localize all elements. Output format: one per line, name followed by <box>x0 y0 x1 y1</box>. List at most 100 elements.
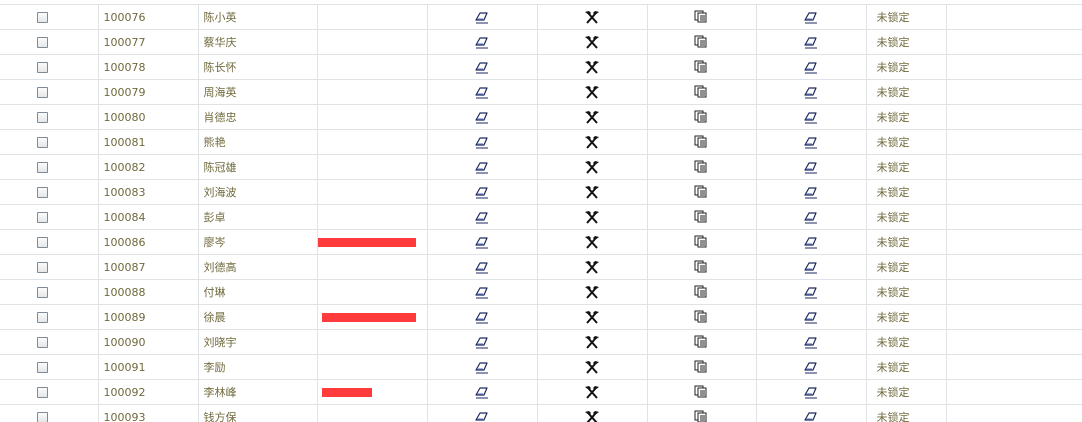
row-checkbox[interactable] <box>37 162 48 173</box>
eraser-edit-icon[interactable] <box>475 161 489 174</box>
hammer-tools-icon[interactable] <box>584 310 600 324</box>
trailing-cell <box>946 79 1082 105</box>
eraser-edit-icon[interactable] <box>475 111 489 124</box>
eraser-edit-icon[interactable] <box>475 236 489 249</box>
eraser-edit-icon[interactable] <box>804 411 818 422</box>
row-checkbox[interactable] <box>37 237 48 248</box>
row-checkbox[interactable] <box>37 187 48 198</box>
hammer-tools-icon[interactable] <box>584 385 600 399</box>
eraser-edit-icon[interactable] <box>804 11 818 24</box>
row-checkbox[interactable] <box>37 337 48 348</box>
eraser-edit-icon[interactable] <box>475 11 489 24</box>
edit-action-cell <box>427 54 538 80</box>
hammer-tools-icon[interactable] <box>584 35 600 49</box>
documents-icon[interactable] <box>694 60 709 74</box>
hammer-tools-icon[interactable] <box>584 360 600 374</box>
row-checkbox[interactable] <box>37 62 48 73</box>
hammer-tools-icon[interactable] <box>584 210 600 224</box>
row-checkbox[interactable] <box>37 287 48 298</box>
hammer-tools-icon[interactable] <box>584 160 600 174</box>
row-checkbox[interactable] <box>37 312 48 323</box>
eraser-edit-icon[interactable] <box>475 336 489 349</box>
eraser-edit-icon[interactable] <box>804 86 818 99</box>
hammer-tools-icon[interactable] <box>584 260 600 274</box>
documents-icon[interactable] <box>694 385 709 399</box>
eraser-edit-icon[interactable] <box>804 261 818 274</box>
table-row: 100079 周海英 未锁定 <box>0 79 1082 105</box>
documents-icon[interactable] <box>694 335 709 349</box>
row-checkbox[interactable] <box>37 87 48 98</box>
documents-icon[interactable] <box>694 260 709 274</box>
eraser-edit-icon[interactable] <box>804 111 818 124</box>
hammer-tools-icon[interactable] <box>584 285 600 299</box>
eraser-edit-icon[interactable] <box>804 186 818 199</box>
contact-cell <box>317 379 428 405</box>
eraser-edit-icon[interactable] <box>475 411 489 422</box>
eraser-edit-icon[interactable] <box>804 311 818 324</box>
hammer-tools-icon[interactable] <box>584 135 600 149</box>
eraser-edit-icon[interactable] <box>475 386 489 399</box>
eraser-edit-icon[interactable] <box>804 336 818 349</box>
documents-icon[interactable] <box>694 185 709 199</box>
row-checkbox[interactable] <box>37 12 48 23</box>
hammer-tools-icon[interactable] <box>584 10 600 24</box>
edit2-action-cell <box>756 154 867 180</box>
eraser-edit-icon[interactable] <box>804 386 818 399</box>
eraser-edit-icon[interactable] <box>475 136 489 149</box>
row-checkbox[interactable] <box>37 262 48 273</box>
documents-icon[interactable] <box>694 135 709 149</box>
eraser-edit-icon[interactable] <box>804 136 818 149</box>
hammer-tools-icon[interactable] <box>584 85 600 99</box>
eraser-edit-icon[interactable] <box>804 36 818 49</box>
contact-cell <box>317 54 428 80</box>
hammer-tools-icon[interactable] <box>584 335 600 349</box>
eraser-edit-icon[interactable] <box>804 236 818 249</box>
row-checkbox[interactable] <box>37 37 48 48</box>
eraser-edit-icon[interactable] <box>475 261 489 274</box>
row-checkbox[interactable] <box>37 212 48 223</box>
hammer-tools-icon[interactable] <box>584 410 600 422</box>
contact-cell <box>317 129 428 155</box>
documents-icon[interactable] <box>694 160 709 174</box>
edit2-action-cell <box>756 329 867 355</box>
documents-icon[interactable] <box>694 360 709 374</box>
row-checkbox[interactable] <box>37 387 48 398</box>
tools-action-cell <box>537 179 648 205</box>
documents-icon[interactable] <box>694 235 709 249</box>
eraser-edit-icon[interactable] <box>804 286 818 299</box>
documents-icon[interactable] <box>694 10 709 24</box>
eraser-edit-icon[interactable] <box>475 211 489 224</box>
user-name: 廖岑 <box>198 229 318 255</box>
hammer-tools-icon[interactable] <box>584 235 600 249</box>
documents-icon[interactable] <box>694 310 709 324</box>
row-checkbox[interactable] <box>37 112 48 123</box>
row-checkbox[interactable] <box>37 362 48 373</box>
documents-icon[interactable] <box>694 285 709 299</box>
eraser-edit-icon[interactable] <box>475 86 489 99</box>
row-checkbox[interactable] <box>37 412 48 422</box>
hammer-tools-icon[interactable] <box>584 110 600 124</box>
documents-icon[interactable] <box>694 110 709 124</box>
documents-icon[interactable] <box>694 210 709 224</box>
row-checkbox-cell <box>0 79 99 105</box>
documents-icon[interactable] <box>694 85 709 99</box>
eraser-edit-icon[interactable] <box>804 161 818 174</box>
eraser-edit-icon[interactable] <box>475 311 489 324</box>
tools-action-cell <box>537 279 648 305</box>
hammer-tools-icon[interactable] <box>584 185 600 199</box>
eraser-edit-icon[interactable] <box>475 186 489 199</box>
documents-icon[interactable] <box>694 35 709 49</box>
eraser-edit-icon[interactable] <box>804 361 818 374</box>
eraser-edit-icon[interactable] <box>475 286 489 299</box>
row-checkbox[interactable] <box>37 137 48 148</box>
user-id: 100091 <box>98 354 199 380</box>
eraser-edit-icon[interactable] <box>475 36 489 49</box>
eraser-edit-icon[interactable] <box>804 211 818 224</box>
eraser-edit-icon[interactable] <box>804 61 818 74</box>
lock-status: 未锁定 <box>866 5 947 30</box>
documents-icon[interactable] <box>694 410 709 422</box>
redacted-value <box>317 238 416 247</box>
hammer-tools-icon[interactable] <box>584 60 600 74</box>
eraser-edit-icon[interactable] <box>475 61 489 74</box>
eraser-edit-icon[interactable] <box>475 361 489 374</box>
